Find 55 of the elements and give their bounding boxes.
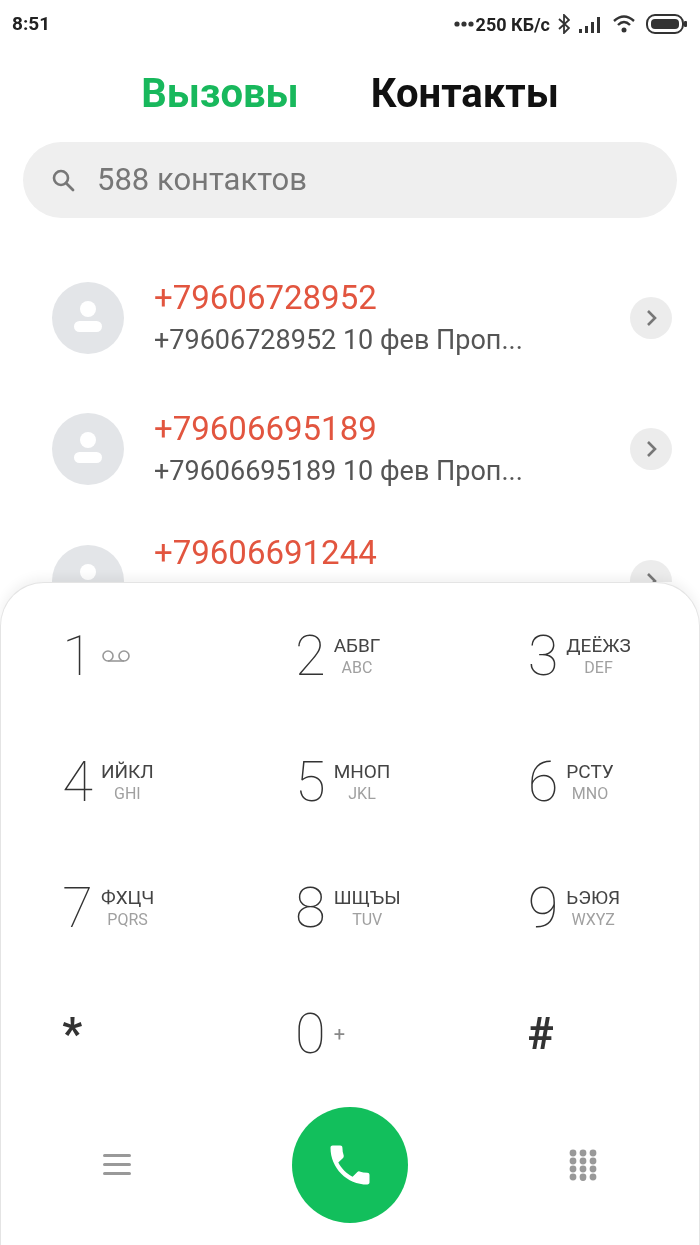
key-letters: PQRS xyxy=(106,909,149,930)
key-letters: TUV xyxy=(351,909,384,930)
key-letters: АБВГ xyxy=(333,634,381,658)
avatar-icon xyxy=(52,281,124,354)
call-row[interactable]: +79606695189 +79606695189 10 фев Проп... xyxy=(0,383,700,514)
caller-number: +79606691244 xyxy=(154,535,378,571)
key-digit: # xyxy=(527,1012,554,1056)
key-letters: JKL xyxy=(347,783,377,804)
key-letters: ШЩЪЫ xyxy=(333,886,401,910)
bluetooth-icon xyxy=(558,14,570,34)
key-digit: 1 xyxy=(62,628,93,684)
key-letters: DEF xyxy=(583,657,614,678)
avatar-icon xyxy=(52,412,124,485)
key-digit: * xyxy=(62,1012,83,1056)
key-plus: + xyxy=(333,1021,345,1048)
call-detail: +79606695189 10 фев Проп... xyxy=(154,455,524,489)
search-icon xyxy=(51,168,75,192)
call-row[interactable]: +79606728952 +79606728952 10 фев Проп... xyxy=(0,252,700,383)
caller-number: +79606728952 xyxy=(154,277,378,319)
call-detail: +79606728952 10 фев Проп... xyxy=(154,324,524,358)
key-letters: GHI xyxy=(113,783,142,804)
key-digit: 0 xyxy=(295,1006,326,1062)
status-time: 8:51 xyxy=(12,10,51,37)
key-digit: 5 xyxy=(295,754,326,810)
key-digit: 8 xyxy=(295,880,326,936)
network-speed: 250 КБ/с xyxy=(475,12,550,37)
key-digit: 2 xyxy=(295,628,326,684)
dialpad-icon[interactable] xyxy=(568,1149,597,1181)
key-letters: ИЙКЛ xyxy=(101,760,154,784)
key-digit: 9 xyxy=(527,880,559,936)
key-letters: MNO xyxy=(570,783,610,804)
menu-icon[interactable] xyxy=(103,1154,132,1176)
battery-icon xyxy=(646,14,688,34)
dial-key[interactable]: 1 xyxy=(1,593,234,719)
key-letters: ABC xyxy=(340,657,374,678)
dial-key[interactable]: # xyxy=(466,971,699,1097)
call-row[interactable]: +79606691244 xyxy=(0,514,700,582)
key-letters: ДЕЁЖЗ xyxy=(566,634,631,658)
search-field[interactable]: 588 контактов xyxy=(23,142,677,218)
key-digit: 7 xyxy=(62,880,93,936)
key-digit: 4 xyxy=(62,754,93,810)
key-digit: 3 xyxy=(527,628,559,684)
key-digit: 6 xyxy=(527,754,559,810)
more-icon xyxy=(453,21,474,27)
key-letters: ФХЦЧ xyxy=(101,886,155,910)
key-letters: РСТУ xyxy=(566,760,614,784)
tab[interactable]: Контакты xyxy=(370,74,559,114)
key-letters: ЬЭЮЯ xyxy=(566,886,621,910)
dial-key[interactable]: * xyxy=(1,971,234,1097)
key-letters: WXYZ xyxy=(570,909,616,930)
dial-key[interactable]: 0+ xyxy=(233,971,467,1097)
caller-number: +79606695189 xyxy=(154,408,378,450)
search-input[interactable]: 588 контактов xyxy=(97,156,649,204)
voicemail-icon xyxy=(101,649,131,663)
key-letters: МНОП xyxy=(333,760,391,784)
